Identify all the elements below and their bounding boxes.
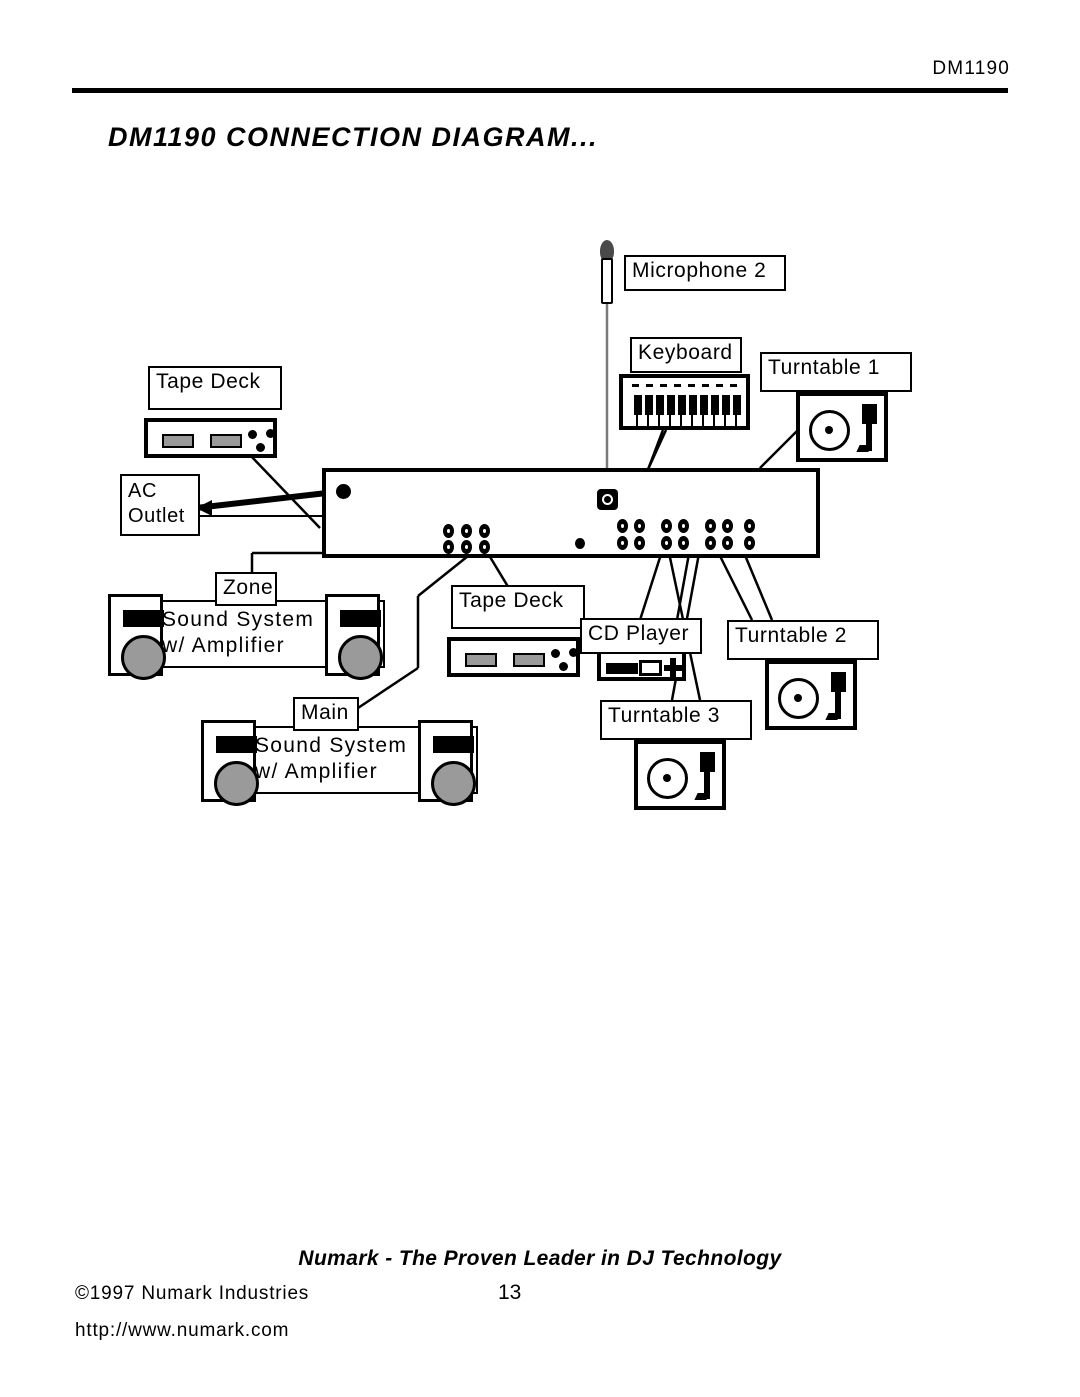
zone-speaker-left	[108, 594, 166, 680]
mixer-jack	[479, 524, 490, 538]
zone-speaker-right	[325, 594, 383, 680]
sound-system-line-1: Sound System	[162, 608, 315, 631]
mixer-jack	[461, 524, 472, 538]
cd-player-bar-icon	[606, 663, 638, 674]
label-zone: Zone	[215, 572, 277, 606]
control-dot-icon	[266, 429, 275, 438]
cassette-window-icon	[465, 653, 497, 667]
speaker-cone-icon	[121, 635, 166, 680]
keyboard-device-icon	[619, 374, 750, 430]
control-dot-icon	[256, 443, 265, 452]
speaker-cone-icon	[338, 635, 383, 680]
microphone-body-icon	[601, 258, 613, 304]
label-turntable-1: Turntable 1	[760, 352, 912, 392]
turntable-spindle-icon	[794, 694, 802, 702]
mixer-jack	[678, 519, 689, 533]
cassette-window-icon	[210, 434, 242, 448]
zone-sound-system-label: Sound System w/ Amplifier	[162, 607, 314, 660]
mixer-jack	[634, 536, 645, 550]
mixer-jack	[617, 519, 628, 533]
footer-url[interactable]: http://www.numark.com	[75, 1320, 289, 1342]
footer-tagline: Numark - The Proven Leader in DJ Technol…	[298, 1247, 782, 1270]
turntable-spindle-icon	[825, 426, 833, 434]
label-ac-outlet: AC Outlet	[120, 474, 200, 536]
mixer-jack	[661, 519, 672, 533]
mixer-jack	[678, 536, 689, 550]
tape-deck-left-icon	[144, 418, 277, 458]
mixer-jack	[722, 536, 733, 550]
label-tape-deck-left: Tape Deck	[148, 366, 282, 410]
mixer-jack	[617, 536, 628, 550]
mixer-jack	[705, 519, 716, 533]
cassette-window-icon	[513, 653, 545, 667]
speaker-port-icon	[123, 610, 164, 627]
tonearm-counterweight-icon	[700, 752, 715, 772]
cd-player-plus-icon	[670, 658, 676, 678]
cd-player-display-icon	[639, 660, 662, 676]
mixer-power-inlet	[336, 484, 351, 499]
footer-page-number: 13	[498, 1281, 522, 1304]
main-speaker-right	[418, 720, 476, 806]
label-keyboard: Keyboard	[630, 337, 742, 373]
main-speaker-left	[201, 720, 259, 806]
label-turntable-3: Turntable 3	[600, 700, 752, 740]
connection-wires	[195, 304, 806, 714]
connection-diagram: Microphone 2 Keyboard Turntable 1 Tape D…	[0, 0, 1080, 1397]
speaker-port-icon	[340, 610, 381, 627]
sound-system-line-2: w/ Amplifier	[255, 760, 378, 784]
tonearm-counterweight-icon	[862, 404, 877, 424]
turntable-1-icon	[796, 392, 888, 462]
tape-deck-center-icon	[447, 637, 580, 677]
mixer-jack	[744, 536, 755, 550]
mixer-jack	[634, 519, 645, 533]
turntable-3-icon	[634, 740, 726, 810]
label-turntable-2: Turntable 2	[727, 620, 879, 660]
turntable-spindle-icon	[663, 774, 671, 782]
ac-outlet-line-1: AC	[128, 480, 157, 502]
turntable-2-icon	[765, 660, 857, 730]
sound-system-line-2: w/ Amplifier	[162, 634, 285, 658]
mixer-ground-terminal	[575, 538, 585, 549]
mixer-jack	[479, 540, 490, 554]
mixer-jack	[461, 540, 472, 554]
tonearm-counterweight-icon	[831, 672, 846, 692]
mixer-jack	[443, 524, 454, 538]
mixer-microphone-jack	[597, 489, 618, 510]
footer-copyright: ©1997 Numark Industries	[75, 1283, 310, 1304]
control-dot-icon	[559, 662, 568, 671]
cd-player-icon	[597, 650, 686, 681]
label-main: Main	[293, 697, 359, 731]
control-dot-icon	[569, 648, 578, 657]
control-dot-icon	[248, 430, 257, 439]
speaker-port-icon	[216, 736, 257, 753]
speaker-cone-icon	[214, 761, 259, 806]
label-microphone-2: Microphone 2	[624, 255, 786, 291]
main-sound-system-label: Sound System w/ Amplifier	[255, 733, 407, 786]
mixer-jack	[661, 536, 672, 550]
ac-outlet-line-2: Outlet	[128, 505, 185, 527]
label-cd-player: CD Player	[580, 618, 702, 654]
speaker-port-icon	[433, 736, 474, 753]
mixer-jack	[705, 536, 716, 550]
mixer-jack	[722, 519, 733, 533]
cassette-window-icon	[162, 434, 194, 448]
control-dot-icon	[551, 649, 560, 658]
mixer-jack	[744, 519, 755, 533]
sound-system-line-1: Sound System	[255, 734, 408, 757]
mixer-jack	[443, 540, 454, 554]
label-tape-deck-center: Tape Deck	[451, 585, 585, 629]
speaker-cone-icon	[431, 761, 476, 806]
